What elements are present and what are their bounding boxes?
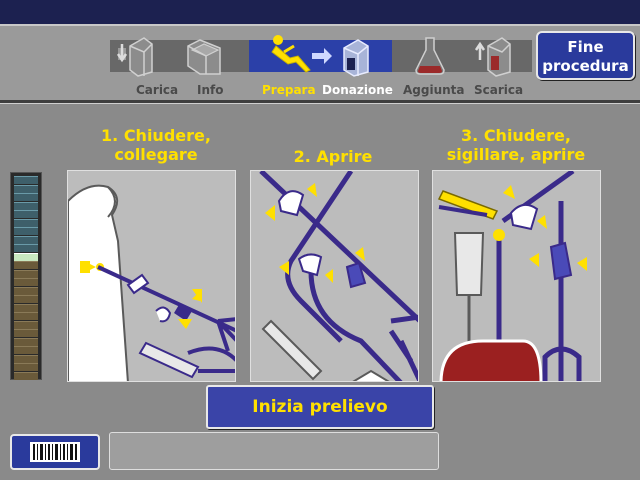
meter-segment — [14, 346, 38, 354]
message-box — [109, 432, 439, 470]
load-icon[interactable] — [116, 34, 156, 78]
meter-segment — [14, 252, 38, 261]
barcode-icon — [30, 442, 80, 462]
meter-segment — [14, 303, 38, 312]
meter-segment — [14, 329, 38, 337]
title-bar — [0, 0, 640, 24]
meter-segment — [14, 176, 38, 184]
meter-segment — [14, 269, 38, 278]
end-procedure-label-line2: procedura — [542, 57, 629, 75]
meter-segment — [14, 210, 38, 218]
meter-segment — [14, 201, 38, 210]
step-label-scarica[interactable]: Scarica — [474, 83, 523, 97]
step-label-info[interactable]: Info — [197, 83, 223, 97]
flask-icon[interactable] — [410, 34, 450, 78]
meter-segment — [14, 320, 38, 329]
meter-segment — [14, 286, 38, 295]
meter-segment — [14, 235, 38, 244]
patient-icon[interactable] — [268, 32, 314, 76]
instruction-title-1-line2: collegare — [114, 145, 198, 164]
instruction-title-1: 1. Chiudere, collegare — [66, 126, 246, 164]
instruction-title-2: 2. Aprire — [248, 147, 418, 166]
barcode-button[interactable] — [10, 434, 100, 470]
instruction-title-3-line2: sigillare, aprire — [446, 145, 586, 164]
start-collection-button[interactable]: Inizia prelievo — [206, 385, 434, 429]
header-divider-highlight — [0, 103, 640, 104]
meter-segment — [14, 354, 38, 363]
level-meter — [10, 172, 42, 380]
meter-segment — [14, 227, 38, 235]
step-label-aggiunta[interactable]: Aggiunta — [403, 83, 465, 97]
meter-segment — [14, 363, 38, 371]
instruction-panel-3 — [432, 170, 601, 382]
meter-segment — [14, 337, 38, 346]
arrow-right-icon — [310, 44, 334, 68]
instruction-panel-2 — [250, 170, 419, 382]
instruction-title-1-line1: 1. Chiudere, — [101, 126, 211, 145]
step-label-carica[interactable]: Carica — [136, 83, 178, 97]
folder-icon[interactable] — [184, 34, 224, 78]
meter-segment — [14, 193, 38, 201]
donation-icon[interactable] — [336, 34, 376, 78]
unload-icon[interactable] — [474, 34, 514, 78]
meter-segment — [14, 244, 38, 252]
step-label-donazione[interactable]: Donazione — [322, 83, 393, 97]
instruction-title-2-line1: 2. Aprire — [293, 147, 373, 166]
meter-segment — [14, 261, 38, 269]
meter-segment — [14, 278, 38, 286]
step-label-prepara[interactable]: Prepara — [262, 83, 316, 97]
meter-segment — [14, 184, 38, 193]
meter-segment — [14, 371, 38, 380]
instruction-title-3-line1: 3. Chiudere, — [461, 126, 571, 145]
meter-segment — [14, 295, 38, 303]
end-procedure-button[interactable]: Fine procedura — [536, 31, 635, 80]
meter-segment — [14, 218, 38, 227]
end-procedure-label-line1: Fine — [567, 38, 604, 56]
instruction-title-3: 3. Chiudere, sigillare, aprire — [430, 126, 602, 164]
instruction-panel-1 — [67, 170, 236, 382]
meter-segment — [14, 312, 38, 320]
